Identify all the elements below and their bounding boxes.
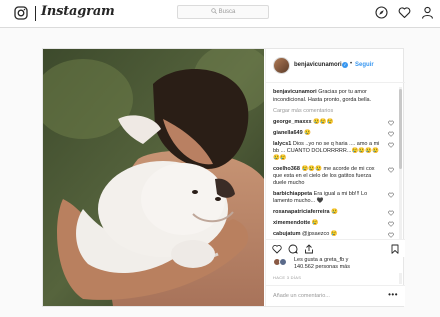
post-photo[interactable] (43, 49, 264, 306)
post-card: benjavicunamori ✓ • Seguir benjavicunamo… (42, 48, 405, 307)
comment-icon[interactable] (288, 244, 298, 254)
instagram-icon[interactable] (14, 6, 28, 20)
comment-item: george_maxxx 😢😢😢 (273, 119, 394, 126)
search-placeholder: Busca (218, 9, 236, 15)
comment-item: roxanapatriciaferreira 😢 (273, 209, 394, 216)
compass-icon[interactable] (375, 6, 388, 19)
top-navigation-bar: Instagram Busca (0, 0, 440, 28)
verified-icon: ✓ (342, 62, 348, 68)
author-username[interactable]: benjavicunamori (294, 62, 342, 68)
separator-dot: • (350, 61, 353, 67)
comment-username[interactable]: roxanapatriciaferreira (273, 209, 330, 215)
caption: benjavicunamori Gracias por tu amor inco… (273, 89, 394, 104)
comment-text: 😢 (331, 209, 338, 215)
comment-username[interactable]: cabujatum (273, 231, 301, 237)
comment-username[interactable]: george_maxxx (273, 119, 312, 125)
load-more-comments-link[interactable]: Cargar más comentarios (273, 108, 394, 114)
comment-username[interactable]: barbichiappeta (273, 191, 312, 197)
likes-line-1: Les gusta a greta_fb y (294, 257, 349, 263)
comment-username[interactable]: ximemendotte (273, 220, 310, 226)
likes-text: Les gusta a greta_fb y 140.562 personas … (294, 257, 350, 271)
comment-heart-icon[interactable] (388, 131, 394, 137)
more-options-button[interactable]: ••• (388, 290, 398, 299)
comment-username[interactable]: coelho368 (273, 166, 300, 172)
caption-username[interactable]: benjavicunamori (273, 89, 317, 95)
likes-line-2: 140.562 personas más (294, 264, 350, 270)
comment-heart-icon[interactable] (388, 232, 394, 238)
post-sidebar: benjavicunamori ✓ • Seguir benjavicunamo… (265, 49, 405, 306)
add-comment-input[interactable]: Añade un comentario... (273, 293, 330, 299)
comment-item: coelho368 😢😢😢 me acorde de mi cox que es… (273, 166, 394, 187)
comment-item: lalycs1 Dios ..yo no se q haria .... amo… (273, 141, 394, 162)
comment-text: 😢 (304, 130, 312, 136)
comment-username[interactable]: lalycs1 (273, 141, 291, 147)
likes-summary[interactable]: Les gusta a greta_fb y 140.562 personas … (273, 257, 403, 273)
instagram-wordmark[interactable]: Instagram (41, 4, 115, 19)
post-date[interactable]: HACE 3 DÍAS (273, 275, 301, 280)
comment-text: @jpsaezco 😢 (302, 231, 338, 237)
comment-text: 😢😢😢 (313, 119, 334, 125)
comment-username[interactable]: gianella649 (273, 130, 303, 136)
comment-text: 😢 (311, 220, 319, 226)
share-icon[interactable] (304, 244, 314, 254)
comment-item: cabujatum @jpsaezco 😢 (273, 231, 394, 238)
comment-item: ximemendotte 😢 (273, 220, 394, 227)
avatar[interactable] (273, 57, 290, 74)
bookmark-icon[interactable] (390, 244, 400, 254)
follow-button[interactable]: Seguir (355, 62, 374, 68)
comment-heart-icon[interactable] (388, 167, 394, 173)
comment-heart-icon[interactable] (388, 221, 394, 227)
search-input[interactable]: Busca (177, 5, 269, 19)
post-actions (266, 239, 405, 257)
avatar (279, 258, 287, 266)
like-icon[interactable] (272, 244, 282, 254)
add-comment-bar: Añade un comentario... ••• (266, 285, 405, 306)
comment-heart-icon[interactable] (388, 192, 394, 198)
comment-item: barbichiappeta Era igual a mi bb!!! Lo l… (273, 191, 394, 205)
comment-item: gianella649 😢 (273, 130, 394, 137)
heart-icon[interactable] (398, 6, 411, 19)
comments-scroll-thumb[interactable] (399, 89, 402, 169)
comment-heart-icon[interactable] (388, 142, 394, 148)
comment-heart-icon[interactable] (388, 210, 394, 216)
post-header: benjavicunamori ✓ • Seguir (266, 49, 405, 83)
comment-heart-icon[interactable] (388, 120, 394, 126)
logo-divider (35, 6, 36, 21)
search-icon (211, 8, 217, 14)
profile-icon[interactable] (421, 6, 434, 19)
